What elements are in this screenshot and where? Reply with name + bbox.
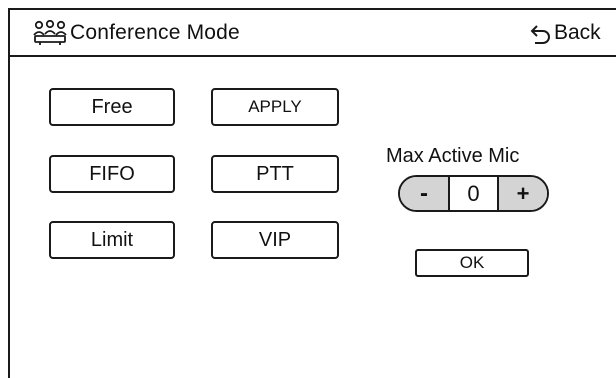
- increment-button[interactable]: +: [497, 177, 547, 210]
- conference-group-icon: [33, 20, 67, 45]
- mode-ptt-button[interactable]: PTT: [211, 155, 339, 193]
- max-active-mic-label: Max Active Mic: [386, 145, 520, 167]
- ok-button[interactable]: OK: [415, 249, 529, 277]
- back-label: Back: [554, 21, 601, 44]
- max-active-mic-stepper: - 0 +: [398, 175, 549, 212]
- header-bar: Conference Mode Back: [10, 10, 616, 57]
- undo-arrow-icon: [530, 25, 550, 44]
- decrement-button[interactable]: -: [400, 177, 450, 210]
- page-title: Conference Mode: [70, 21, 240, 44]
- mode-vip-button[interactable]: VIP: [211, 221, 339, 259]
- max-active-mic-value: 0: [467, 180, 480, 206]
- mode-limit-button[interactable]: Limit: [49, 221, 175, 259]
- mode-fifo-button[interactable]: FIFO: [49, 155, 175, 193]
- mode-free-button[interactable]: Free: [49, 88, 175, 126]
- mode-apply-button[interactable]: APPLY: [211, 88, 339, 126]
